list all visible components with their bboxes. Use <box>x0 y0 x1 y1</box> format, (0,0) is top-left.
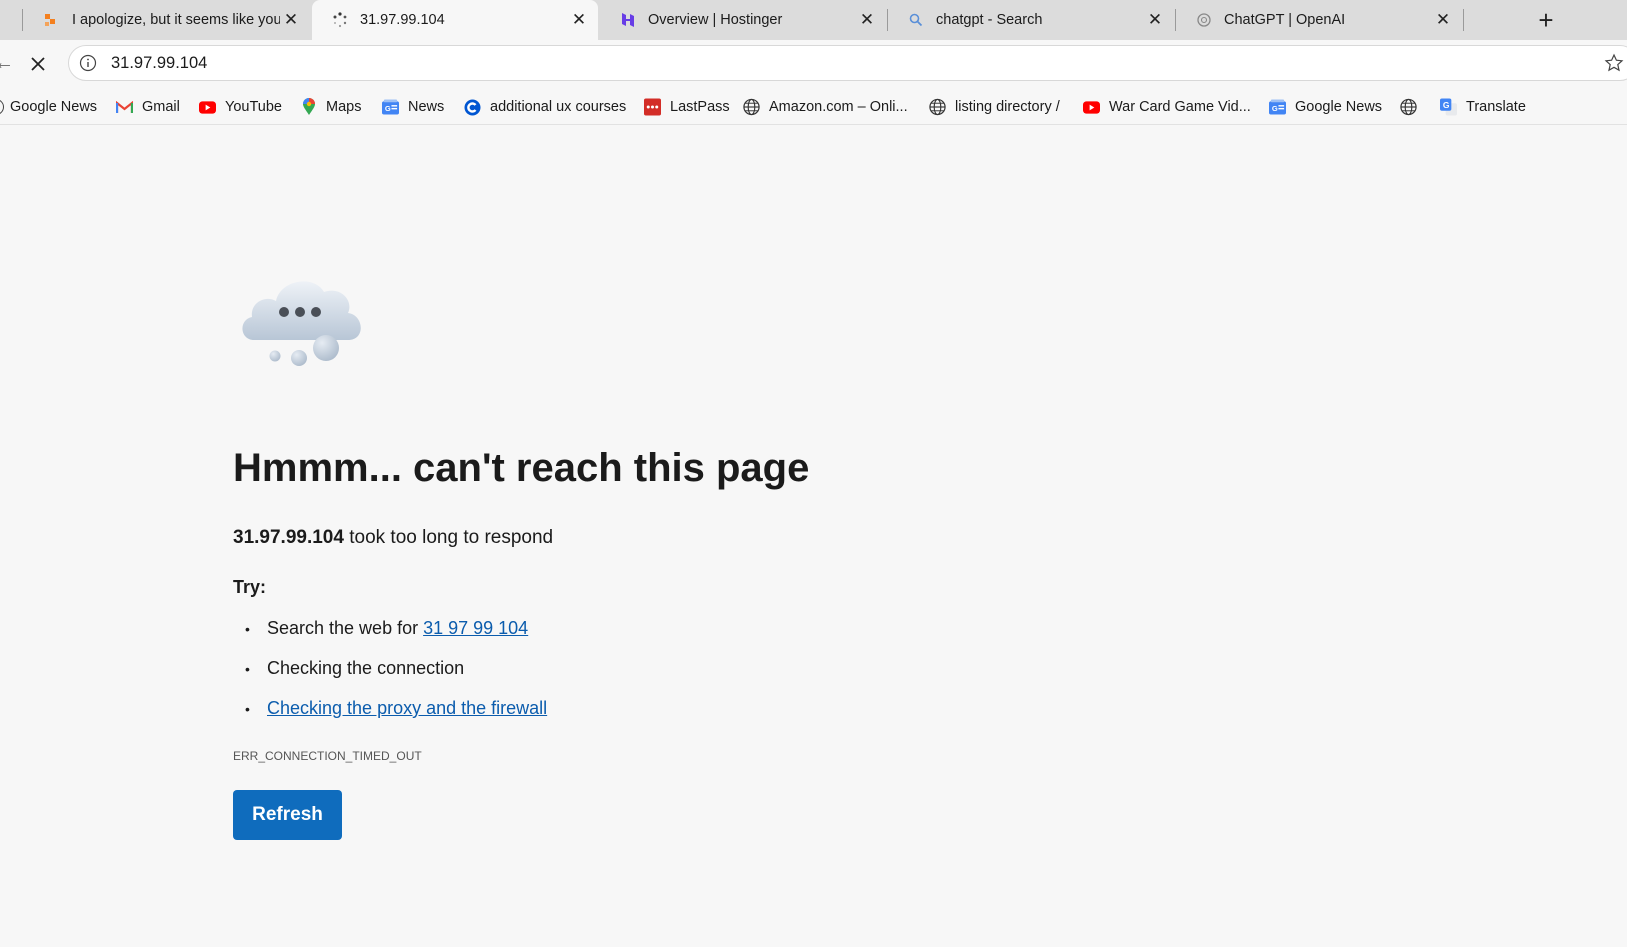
favorite-label: LastPass <box>670 99 730 115</box>
favorite-youtube[interactable]: YouTube <box>199 95 282 119</box>
lastpass-icon <box>644 98 661 116</box>
favorite-maps[interactable]: Maps <box>300 95 361 119</box>
tab-separator <box>1463 9 1464 31</box>
tab-4[interactable]: chatgpt - Search ✕ <box>888 0 1174 40</box>
tab-2[interactable]: 31.97.99.104 ✕ <box>312 0 598 40</box>
tab-title: ChatGPT | OpenAI <box>1224 12 1346 28</box>
maps-icon <box>300 98 317 116</box>
proxy-firewall-link[interactable]: Checking the proxy and the firewall <box>267 698 547 719</box>
suggestion-connection: • Checking the connection <box>245 658 464 679</box>
gmail-icon <box>116 99 133 116</box>
favorite-label: listing directory / <box>955 99 1060 115</box>
svg-text:G: G <box>385 104 391 113</box>
youtube-icon <box>199 99 216 116</box>
search-web-link[interactable]: 31 97 99 104 <box>423 618 528 639</box>
navigation-toolbar: ← 31.97.99.104 <box>0 40 1627 86</box>
favorite-label: Amazon.com – Onli... <box>769 99 908 115</box>
globe-icon <box>743 98 760 116</box>
favorite-label: Google News <box>1295 99 1383 115</box>
suggestion-search: • Search the web for 31 97 99 104 <box>245 618 528 639</box>
coursera-icon <box>464 99 481 116</box>
favorite-label: War Card Game Vid... <box>1109 99 1251 115</box>
tab-title: 31.97.99.104 <box>360 12 445 28</box>
favorite-globe[interactable] <box>1400 95 1426 119</box>
tab-3[interactable]: Overview | Hostinger ✕ <box>600 0 886 40</box>
error-title: Hmmm... can't reach this page <box>233 446 810 490</box>
tab-5[interactable]: ChatGPT | OpenAI ✕ <box>1176 0 1462 40</box>
error-code: ERR_CONNECTION_TIMED_OUT <box>233 749 422 763</box>
error-message: 31.97.99.104 took too long to respond <box>233 527 553 549</box>
tab-1[interactable]: I apologize, but it seems like your ✕ <box>24 0 310 40</box>
google-news-icon <box>0 99 4 115</box>
favorite-amazon[interactable]: Amazon.com – Onli... <box>743 95 908 119</box>
back-arrow-icon[interactable]: ← <box>0 52 14 75</box>
favorite-war-card-game[interactable]: War Card Game Vid... <box>1083 95 1251 119</box>
favorite-label: additional ux courses <box>490 99 627 115</box>
plus-icon: + <box>1538 4 1554 35</box>
globe-icon <box>1400 98 1417 116</box>
close-tab-icon[interactable]: ✕ <box>280 9 302 31</box>
cloud-illustration <box>242 281 361 366</box>
favorite-label: Translate <box>1466 99 1526 115</box>
favorites-bar: Google News Gmail YouTube Maps G News ad… <box>0 90 1627 125</box>
favorite-label: YouTube <box>225 99 282 115</box>
favorite-translate[interactable]: G Translate <box>1440 95 1526 119</box>
refresh-button[interactable]: Refresh <box>233 790 342 840</box>
openai-icon <box>1196 12 1212 28</box>
try-label: Try: <box>233 577 267 597</box>
bullet: • <box>245 660 250 677</box>
info-icon[interactable] <box>79 54 97 72</box>
error-message-text: took too long to respond <box>343 527 554 548</box>
search-icon <box>908 12 924 28</box>
bullet: • <box>245 620 250 637</box>
loading-spinner-icon <box>332 12 348 28</box>
hostinger-icon <box>620 12 636 28</box>
tab-ai-icon <box>44 12 60 28</box>
stop-loading-button[interactable] <box>24 50 52 78</box>
google-translate-icon: G <box>1440 98 1457 116</box>
favorite-label: Google News <box>10 99 98 115</box>
favorite-additional-ux-courses[interactable]: additional ux courses <box>464 95 626 119</box>
close-tab-icon[interactable]: ✕ <box>1432 9 1454 31</box>
favorite-news[interactable]: G News <box>382 95 444 119</box>
tab-strip: I apologize, but it seems like your ✕ 31… <box>0 0 1627 40</box>
google-news-icon: G <box>382 99 399 116</box>
youtube-icon <box>1083 99 1100 116</box>
favorite-label: News <box>408 99 445 115</box>
favorite-label: Maps <box>326 99 362 115</box>
close-icon <box>31 57 45 71</box>
svg-text:G: G <box>1272 104 1278 113</box>
tab-separator <box>22 9 23 31</box>
globe-icon <box>929 98 946 116</box>
favorite-listing-directory[interactable]: listing directory / <box>929 95 1060 119</box>
address-bar[interactable]: 31.97.99.104 <box>68 45 1627 81</box>
suggestion-text: Checking the connection <box>267 658 465 678</box>
url-text[interactable]: 31.97.99.104 <box>111 54 207 73</box>
tab-title: I apologize, but it seems like your <box>72 12 280 28</box>
favorite-label: Gmail <box>142 99 180 115</box>
suggestion-text: Search the web for <box>267 618 424 638</box>
favorite-star-icon[interactable] <box>1604 53 1624 73</box>
tab-title: Overview | Hostinger <box>648 12 783 28</box>
favorite-google-news[interactable]: Google News <box>0 95 97 119</box>
close-tab-icon[interactable]: ✕ <box>856 9 878 31</box>
new-tab-button[interactable]: + <box>1530 4 1562 36</box>
error-host: 31.97.99.104 <box>233 527 344 548</box>
svg-text:G: G <box>1443 100 1450 110</box>
favorite-lastpass[interactable]: LastPass <box>644 95 730 119</box>
suggestion-proxy: • Checking the proxy and the firewall <box>245 698 547 719</box>
close-tab-icon[interactable]: ✕ <box>568 9 590 31</box>
favorite-google-news-2[interactable]: G Google News <box>1269 95 1382 119</box>
tab-title: chatgpt - Search <box>936 12 1043 28</box>
google-news-icon: G <box>1269 99 1286 116</box>
favorite-gmail[interactable]: Gmail <box>116 95 180 119</box>
close-tab-icon[interactable]: ✕ <box>1144 9 1166 31</box>
bullet: • <box>245 700 250 717</box>
